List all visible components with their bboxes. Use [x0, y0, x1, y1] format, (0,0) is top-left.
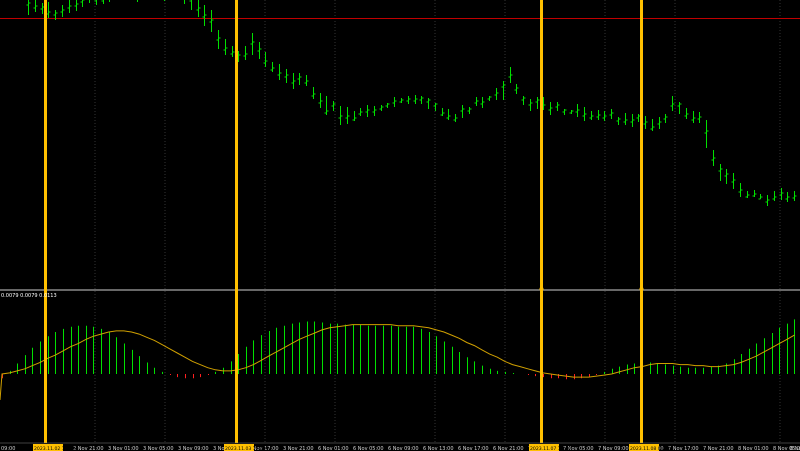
time-axis-label: 09:00 [1, 446, 15, 451]
trading-chart[interactable]: 09:00 2 Nov 21:00 3 Nov 01:00 3 Nov 05:00 3 … [0, 0, 800, 451]
time-axis-labels: 09:00 2 Nov 21:00 3 Nov 01:00 3 Nov 05:00 3 … [1, 444, 800, 451]
time-axis-label: 6 Nov 05:00 [353, 446, 384, 451]
oscillator-values-label: 0.0079 0.0079 0.0113 [1, 293, 57, 299]
time-label-text: 2023.11.03 17:00 [225, 446, 266, 451]
time-axis-label: 2 Nov 21:00 [73, 446, 104, 451]
time-axis-label: 3 Nov 05:00 [143, 446, 174, 451]
time-axis-label: 3 Nov 01:00 [108, 446, 139, 451]
time-axis-label: 7 Nov 21:00 [703, 446, 734, 451]
chart-background [0, 0, 800, 451]
time-axis-label: 7 Nov 09:00 [598, 446, 629, 451]
time-axis-label: 6 Nov 09:00 [388, 446, 419, 451]
time-axis-label: 8 Nov 09:00 [790, 446, 800, 451]
time-axis-label: 8 Nov 01:00 [738, 446, 769, 451]
time-axis-label: 6 Nov 01:00 [318, 446, 349, 451]
time-axis-label: 7 Nov 17:00 [668, 446, 699, 451]
time-axis-label: 3 Nov 21:00 [283, 446, 314, 451]
marker-anchor [639, 287, 644, 291]
marker-anchor [539, 287, 544, 291]
time-axis-label: 6 Nov 17:00 [458, 446, 489, 451]
time-label-text: 2023.11.08 01:00 [630, 446, 671, 451]
time-axis-label: 3 Nov 09:00 [178, 446, 209, 451]
time-label-text: 2023.11.07 13:00 [530, 446, 571, 451]
time-axis-label: 6 Nov 21:00 [493, 446, 524, 451]
time-axis-label: 6 Nov 13:00 [423, 446, 454, 451]
time-label-text: 2023.11.02 17:00 [34, 446, 75, 451]
